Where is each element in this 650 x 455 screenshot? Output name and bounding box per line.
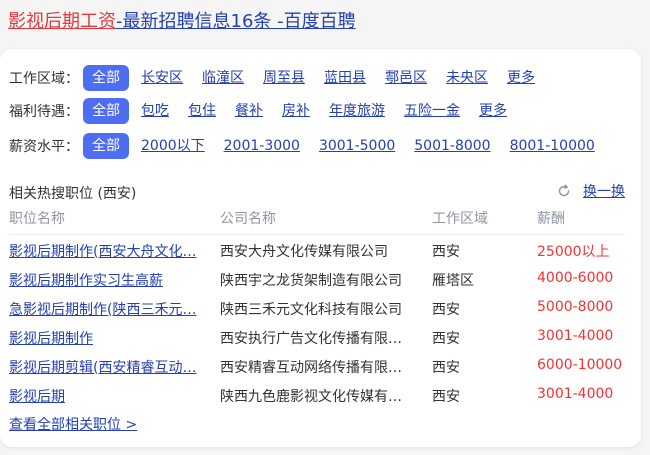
filter-benefit-option[interactable]: 餐补 [235,98,263,124]
salary: 5000-8000 [537,299,614,315]
section-title: 相关热搜职位 (西安) [9,186,137,202]
company-name: 陕西宇之龙货架制造有限公司 [220,273,402,289]
work-area: 雁塔区 [432,273,474,289]
filter-area-option[interactable]: 长安区 [141,65,183,91]
result-title[interactable]: 影视后期工资-最新招聘信息16条 -百度百聘 [8,9,356,35]
salary: 3001-4000 [537,328,614,344]
table-row: 急影视后期制作(陕西三禾元… 陕西三禾元文化科技有限公司 西安 5000-800… [0,299,641,321]
filter-row-area: 工作区域： 全部 长安区 临潼区 周至县 蓝田县 鄠邑区 未央区 更多 [9,65,554,91]
filter-benefit-all[interactable]: 全部 [83,98,129,124]
view-all-jobs-link[interactable]: 查看全部相关职位 > [9,414,137,434]
refresh-icon [558,184,570,197]
filter-area-option[interactable]: 未央区 [446,65,488,91]
filter-benefit-option[interactable]: 包住 [188,98,216,124]
table-row: 影视后期制作实习生高薪 陕西宇之龙货架制造有限公司 雁塔区 4000-6000 [0,270,641,292]
filter-area-more[interactable]: 更多 [507,65,535,91]
filter-area-all[interactable]: 全部 [83,65,129,91]
job-title-link[interactable]: 影视后期制作(西安大舟文化… [9,241,205,261]
filter-benefit-option[interactable]: 房补 [282,98,310,124]
filter-label: 福利待遇： [9,104,79,120]
work-area: 西安 [432,302,460,318]
salary: 4000-6000 [537,270,614,286]
filter-area-option[interactable]: 周至县 [263,65,305,91]
work-area: 西安 [432,244,460,260]
job-title-link[interactable]: 影视后期 [9,386,205,406]
header-area: 工作区域 [432,211,488,227]
table-row: 影视后期制作(西安大舟文化… 西安大舟文化传媒有限公司 西安 25000以上 [0,241,641,263]
salary: 25000以上 [537,244,610,260]
title-keyword-link[interactable]: 影视后期工资 [8,11,116,32]
work-area: 西安 [432,389,460,405]
filter-salary-option[interactable]: 8001-10000 [510,133,595,159]
company-name: 西安执行广告文化传播有限… [220,331,402,347]
filter-row-salary: 薪资水平： 全部 2000以下 2001-3000 3001-5000 5001… [9,133,614,159]
filter-salary-option[interactable]: 2000以下 [141,133,205,159]
company-name: 陕西九色鹿影视文化传媒有… [220,389,402,405]
filter-area-option[interactable]: 鄠邑区 [385,65,427,91]
work-area: 西安 [432,360,460,376]
company-name: 西安大舟文化传媒有限公司 [220,244,388,260]
filter-benefit-option[interactable]: 五险一金 [404,98,460,124]
job-title-link[interactable]: 影视后期剪辑(西安精睿互动… [9,357,205,377]
filter-salary-option[interactable]: 2001-3000 [224,133,300,159]
filter-benefit-option[interactable]: 包吃 [141,98,169,124]
company-name: 西安精睿互动网络传播有限… [220,360,402,376]
filter-benefit-more[interactable]: 更多 [479,98,507,124]
table-row: 影视后期制作 西安执行广告文化传播有限… 西安 3001-4000 [0,328,641,350]
job-title-link[interactable]: 急影视后期制作(陕西三禾元… [9,299,205,319]
filter-row-benefits: 福利待遇： 全部 包吃 包住 餐补 房补 年度旅游 五险一金 更多 [9,98,526,124]
filter-salary-all[interactable]: 全部 [83,133,129,159]
header-job-title: 职位名称 [9,211,65,227]
refresh-label: 换一换 [583,184,625,200]
filter-salary-option[interactable]: 3001-5000 [319,133,395,159]
title-rest-link[interactable]: -最新招聘信息16条 -百度百聘 [116,11,356,32]
filter-label: 工作区域： [9,71,79,87]
header-salary: 薪酬 [537,211,565,227]
refresh-button[interactable]: 换一换 [557,181,625,201]
header-company: 公司名称 [220,211,276,227]
filter-area-option[interactable]: 临潼区 [202,65,244,91]
salary: 6000-10000 [537,357,623,373]
company-name: 陕西三禾元文化科技有限公司 [220,302,402,318]
job-title-link[interactable]: 影视后期制作 [9,328,205,348]
table-header: 职位名称 公司名称 工作区域 薪酬 [0,208,641,232]
salary: 3001-4000 [537,386,614,402]
filter-area-option[interactable]: 蓝田县 [324,65,366,91]
table-row: 影视后期 陕西九色鹿影视文化传媒有… 西安 3001-4000 [0,386,641,408]
table-divider [9,234,625,235]
filter-benefit-option[interactable]: 年度旅游 [329,98,385,124]
work-area: 西安 [432,331,460,347]
table-row: 影视后期剪辑(西安精睿互动… 西安精睿互动网络传播有限… 西安 6000-100… [0,357,641,379]
filter-label: 薪资水平： [9,139,79,155]
filter-salary-option[interactable]: 5001-8000 [414,133,490,159]
job-title-link[interactable]: 影视后期制作实习生高薪 [9,270,205,290]
